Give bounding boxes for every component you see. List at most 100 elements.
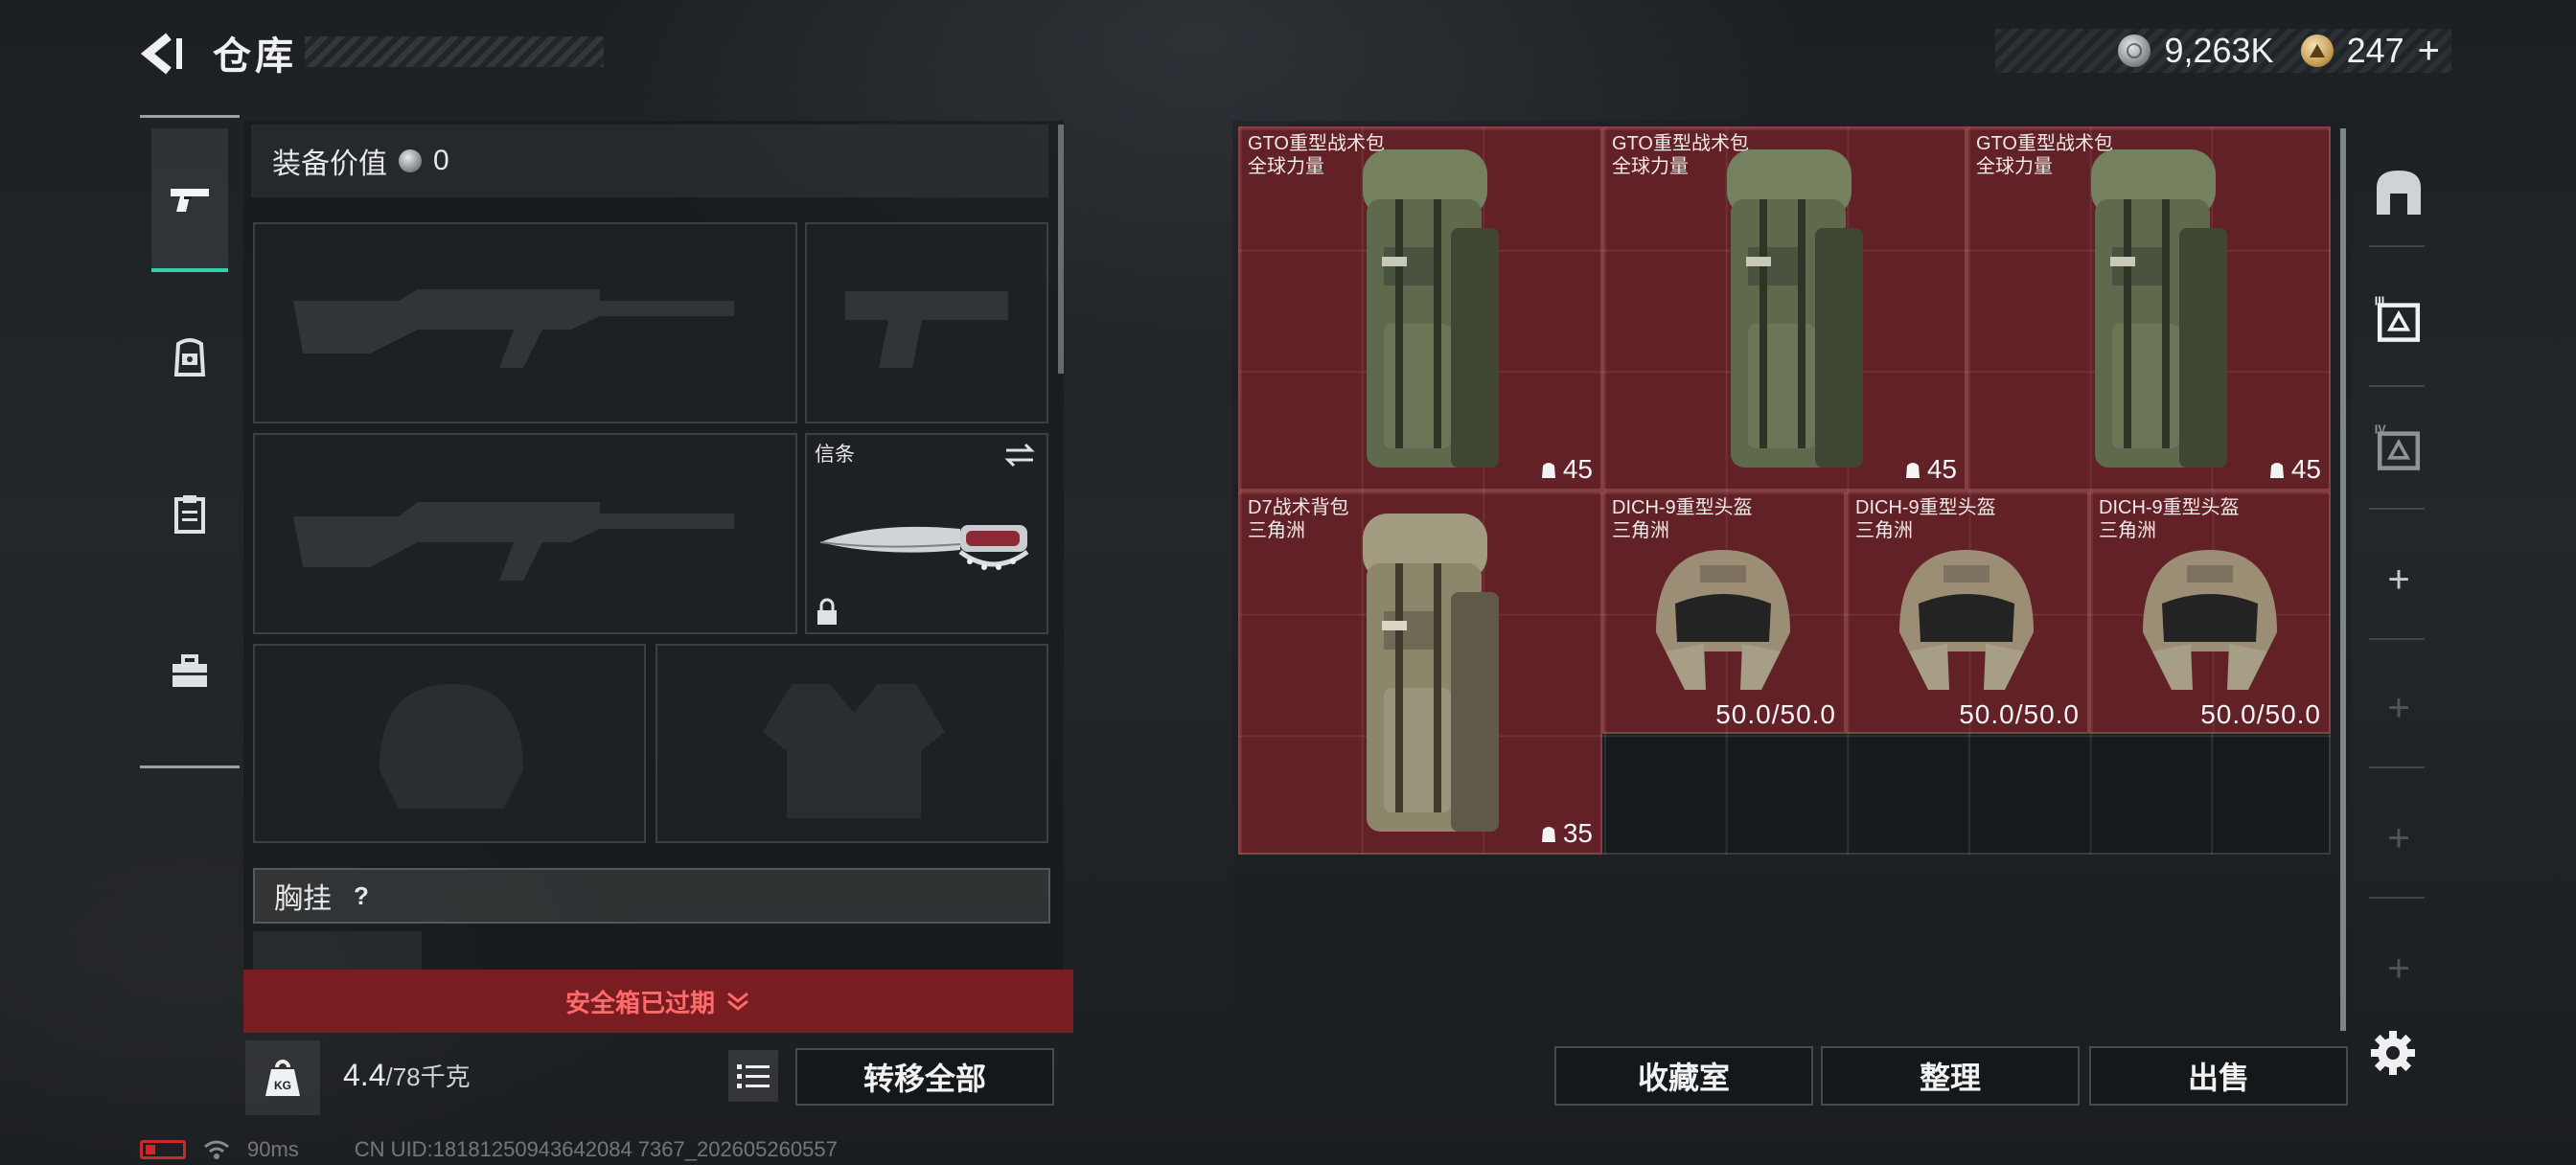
pistol-silhouette-icon xyxy=(845,291,1008,368)
equipment-value-label: 装备价值 xyxy=(272,148,387,180)
stash-item-helmet[interactable]: DICH-9重型头盔 三角洲 50.0/50.0 xyxy=(1602,491,1846,734)
tab-items[interactable] xyxy=(151,443,228,586)
user-uid: CN UID:18181250943642084 7367_2026052605… xyxy=(354,1137,838,1161)
helmet-icon xyxy=(1656,550,1790,690)
chevron-down-icon xyxy=(727,992,748,1011)
stash-page-rail: III IV + + + + xyxy=(2356,121,2438,1115)
tab-tools[interactable] xyxy=(151,600,228,743)
chest-rig-label: 胸挂 xyxy=(274,883,332,915)
gold-coin-icon xyxy=(2300,34,2334,67)
transfer-all-button[interactable]: 转移全部 xyxy=(795,1048,1054,1106)
stash-page-3-icon: III xyxy=(2375,295,2421,342)
vault-icon xyxy=(2377,171,2421,215)
vest-silhouette-icon xyxy=(763,684,945,818)
item-origin: 全球力量 xyxy=(1976,156,2053,177)
silver-coin-icon xyxy=(2118,34,2151,67)
item-name: DICH-9重型头盔 xyxy=(1612,497,1753,518)
title-decoration xyxy=(305,36,604,67)
backpack-icon xyxy=(1363,149,1499,468)
silver-coin-icon xyxy=(399,149,422,172)
currency-bar: 9,263K 247 + xyxy=(1995,29,2451,73)
item-durability: 50.0/50.0 xyxy=(2200,699,2321,729)
vault-button[interactable] xyxy=(2373,167,2425,218)
primary-weapon-slot[interactable] xyxy=(253,222,797,423)
helmet-silhouette-icon xyxy=(380,684,523,809)
weight-readout: 4.4/78千克 xyxy=(343,1058,471,1093)
item-durability: 50.0/50.0 xyxy=(1959,699,2080,729)
organize-button[interactable]: 整理 xyxy=(1821,1046,2080,1106)
weight-icon-box: KG xyxy=(245,1040,320,1115)
backpack-icon xyxy=(1363,514,1499,832)
secondary-weapon-slot[interactable] xyxy=(253,433,797,634)
gold-amount: 247 xyxy=(2346,31,2404,70)
lock-icon xyxy=(817,598,837,625)
weight-current: 4.4 xyxy=(343,1058,386,1092)
stash-item-backpack[interactable]: GTO重型战术包 全球力量 45 xyxy=(1966,126,2331,491)
item-capacity: 45 xyxy=(1540,454,1593,485)
rifle-silhouette-icon xyxy=(293,289,734,368)
stash-item-backpack[interactable]: GTO重型战术包 全球力量 45 xyxy=(1602,126,1966,491)
backpack-icon xyxy=(173,338,206,377)
back-button[interactable] xyxy=(134,27,192,80)
loadout-scrollbar[interactable] xyxy=(1058,125,1064,374)
settings-button[interactable] xyxy=(2367,1027,2419,1079)
stash-item-helmet[interactable]: DICH-9重型头盔 三角洲 50.0/50.0 xyxy=(1846,491,2089,734)
swap-icon[interactable] xyxy=(1002,441,1037,469)
equipment-value-amount: 0 xyxy=(433,145,449,176)
svg-text:III: III xyxy=(2375,295,2385,308)
safebox-expired-text: 安全箱已过期 xyxy=(564,988,715,1017)
status-bar: 90ms CN UID:18181250943642084 7367_20260… xyxy=(140,1136,838,1163)
help-button[interactable]: ? xyxy=(345,879,378,912)
melee-slot-label: 信条 xyxy=(815,444,855,466)
stash-page-4-button[interactable]: IV xyxy=(2373,422,2425,473)
sell-button[interactable]: 出售 xyxy=(2089,1046,2348,1106)
chest-rig-slot[interactable] xyxy=(253,931,422,970)
item-capacity: 45 xyxy=(1904,454,1957,485)
add-gold-button[interactable]: + xyxy=(2418,30,2440,73)
svg-text:KG: KG xyxy=(274,1079,291,1092)
capacity-icon xyxy=(1541,463,1555,478)
stash-item-backpack[interactable]: D7战术背包 三角洲 35 xyxy=(1238,491,1602,855)
item-capacity: 35 xyxy=(1540,818,1593,849)
item-origin: 全球力量 xyxy=(1248,156,1324,177)
add-stash-page-button[interactable]: + xyxy=(2377,947,2421,991)
toolbox-icon xyxy=(172,654,207,687)
item-name: DICH-9重型头盔 xyxy=(1855,497,1996,518)
ping-readout: 90ms xyxy=(247,1137,299,1161)
item-name: DICH-9重型头盔 xyxy=(2099,497,2240,518)
rifle-silhouette-icon xyxy=(293,502,734,581)
tab-gear[interactable] xyxy=(151,286,228,429)
backpack-icon xyxy=(1727,149,1863,468)
list-view-button[interactable] xyxy=(728,1050,778,1102)
tab-weapons[interactable] xyxy=(151,128,228,272)
stash-item-backpack[interactable]: GTO重型战术包 全球力量 45 xyxy=(1238,126,1602,491)
item-capacity: 45 xyxy=(2268,454,2321,485)
stash-scrollbar[interactable] xyxy=(2340,128,2346,1031)
gear-icon xyxy=(2371,1031,2415,1075)
add-stash-page-button[interactable]: + xyxy=(2377,686,2421,730)
capacity-icon xyxy=(1905,463,1920,478)
tab-rail-bottom-line xyxy=(140,765,240,768)
safebox-expired-banner[interactable]: 安全箱已过期 xyxy=(243,970,1073,1033)
item-origin: 三角洲 xyxy=(1248,520,1305,541)
melee-slot[interactable]: 信条 xyxy=(805,433,1048,634)
item-origin: 全球力量 xyxy=(1612,156,1689,177)
svg-text:IV: IV xyxy=(2375,423,2386,437)
chest-rig-header: 胸挂 ? xyxy=(253,868,1050,924)
add-stash-page-button[interactable]: + xyxy=(2377,816,2421,860)
pistol-icon xyxy=(171,189,209,212)
backpack-icon xyxy=(2091,149,2227,468)
armor-slot[interactable] xyxy=(656,644,1048,843)
stash-page-3-button[interactable]: III xyxy=(2373,293,2425,345)
capacity-icon xyxy=(1541,827,1555,842)
equipment-value-bar: 装备价值 0 xyxy=(251,125,1048,197)
collection-room-button[interactable]: 收藏室 xyxy=(1554,1046,1813,1106)
helmet-slot[interactable] xyxy=(253,644,646,843)
helmet-icon xyxy=(2143,550,2277,690)
stash-page-4-icon: IV xyxy=(2375,423,2421,470)
sidearm-slot[interactable] xyxy=(805,222,1048,423)
add-stash-page-button[interactable]: + xyxy=(2377,558,2421,602)
list-icon xyxy=(737,1064,770,1088)
item-name: D7战术背包 xyxy=(1248,497,1349,518)
stash-item-helmet[interactable]: DICH-9重型头盔 三角洲 50.0/50.0 xyxy=(2089,491,2331,734)
